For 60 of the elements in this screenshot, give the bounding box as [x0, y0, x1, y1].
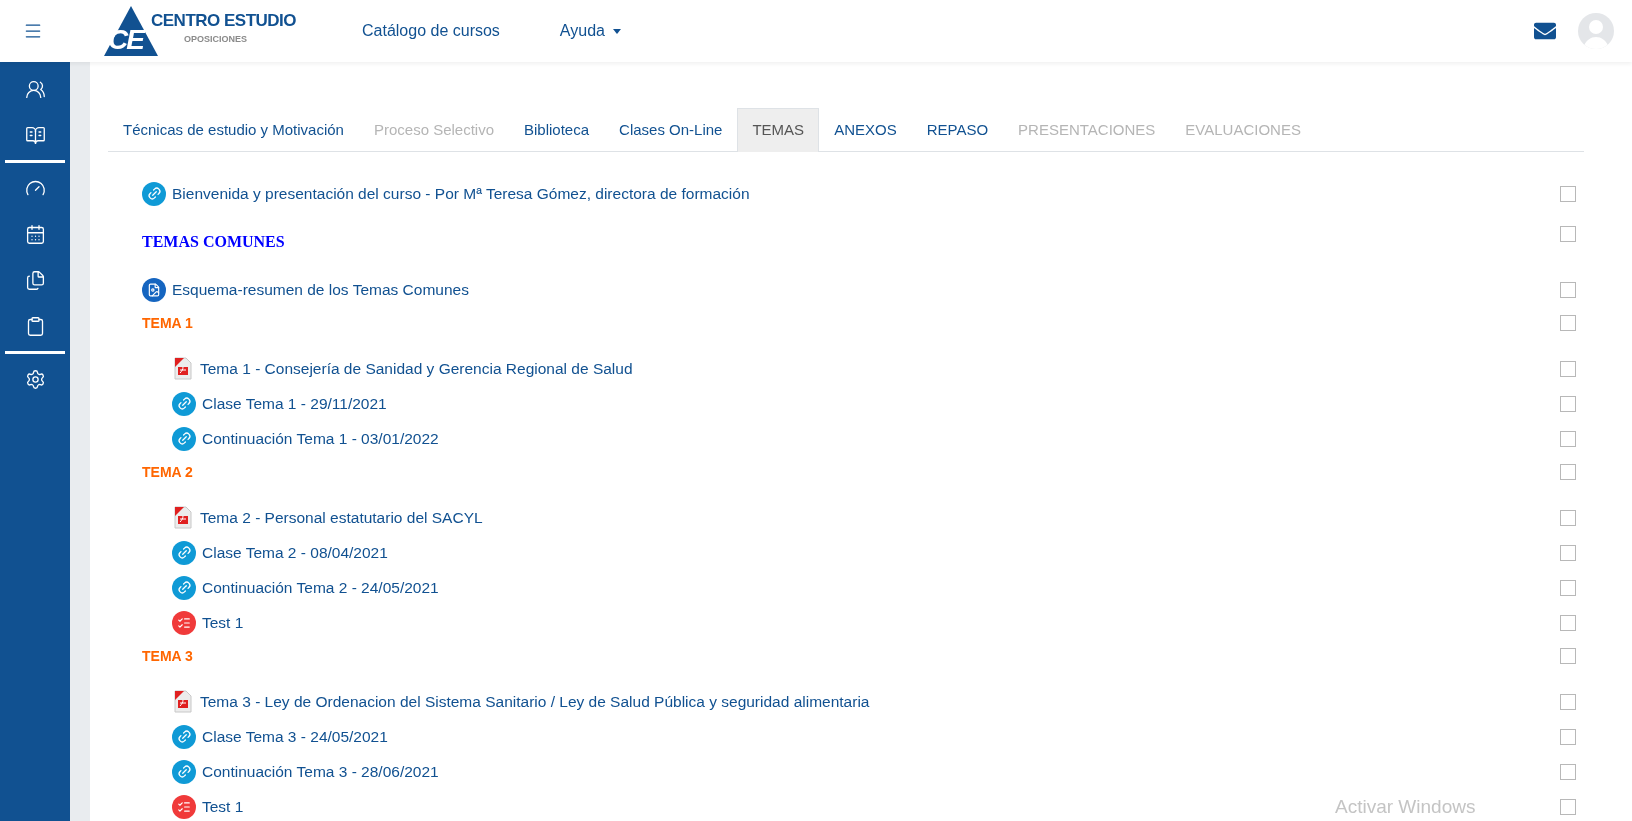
completion-checkbox[interactable]: [1560, 315, 1576, 331]
link-icon: [172, 759, 196, 784]
completion-checkbox[interactable]: [1560, 648, 1576, 664]
link-icon: [172, 575, 196, 600]
activity-link[interactable]: Continuación Tema 2 - 24/05/2021: [172, 575, 439, 600]
completion-checkbox[interactable]: [1560, 544, 1576, 561]
completion-checkbox[interactable]: [1560, 360, 1576, 377]
activity-link[interactable]: Continuación Tema 1 - 03/01/2022: [172, 426, 439, 451]
user-avatar[interactable]: [1578, 13, 1614, 49]
section-heading: TEMAS COMUNES: [142, 231, 285, 252]
activity-link[interactable]: Test 1: [172, 610, 244, 635]
messages-button[interactable]: [1534, 20, 1556, 42]
completion-checkbox[interactable]: [1560, 763, 1576, 780]
completion-checkbox[interactable]: [1560, 395, 1576, 412]
caret-down-icon: [612, 28, 621, 34]
course-tab[interactable]: Técnicas de estudio y Motivación: [108, 108, 359, 152]
activity-link[interactable]: Tema 1 - Consejería de Sanidad y Gerencia Regional de Salud: [172, 356, 633, 381]
activity-link[interactable]: Clase Tema 2 - 08/04/2021: [172, 540, 388, 565]
course-tab[interactable]: Clases On-Line: [604, 108, 738, 152]
completion-checkbox[interactable]: [1560, 430, 1576, 447]
topic-label: TEMA 3: [142, 646, 193, 666]
completion-checkbox[interactable]: [1560, 728, 1576, 745]
completion-checkbox[interactable]: [1560, 693, 1576, 710]
completion-checkbox[interactable]: [1560, 464, 1576, 480]
pdf-icon: [172, 356, 194, 381]
topic-label: TEMA 2: [142, 462, 193, 482]
course-tab[interactable]: ANEXOS: [819, 108, 912, 152]
course-tab[interactable]: TEMAS: [737, 108, 820, 152]
activity-link[interactable]: Test 1: [172, 794, 244, 819]
link-icon: [142, 181, 166, 206]
link-icon: [172, 391, 196, 416]
activity-link[interactable]: Esquema-resumen de los Temas Comunes: [142, 277, 469, 302]
topic-label: TEMA 1: [142, 313, 193, 333]
completion-checkbox[interactable]: [1560, 798, 1576, 815]
activity-link[interactable]: Clase Tema 1 - 29/11/2021: [172, 391, 387, 416]
activity-link[interactable]: Bienvenida y presentación del curso - Por Mª Teresa Gómez, directora de formación: [142, 181, 750, 206]
completion-checkbox[interactable]: [1560, 281, 1576, 298]
logo-name: CENTRO ESTUDIO: [151, 10, 297, 32]
activity-link[interactable]: Continuación Tema 3 - 28/06/2021: [172, 759, 439, 784]
nav-link[interactable]: Ayuda: [559, 19, 621, 43]
completion-checkbox[interactable]: [1560, 185, 1576, 202]
activity-link[interactable]: Tema 2 - Personal estatutario del SACYL: [172, 505, 483, 530]
completion-checkbox[interactable]: [1560, 226, 1576, 242]
link-icon: [172, 724, 196, 749]
link-icon: [172, 540, 196, 565]
course-tab[interactable]: Biblioteca: [509, 108, 605, 152]
quiz-list-icon: [172, 610, 196, 635]
pdf-icon: [172, 505, 194, 530]
pdf-icon: [172, 689, 194, 714]
nav-link[interactable]: Catálogo de cursos: [362, 19, 500, 43]
completion-checkbox[interactable]: [1560, 614, 1576, 631]
image-file-icon: [142, 277, 166, 302]
activity-link[interactable]: Tema 3 - Ley de Ordenacion del Sistema Sanitario / Ley de Salud Pública y seguridad alimentaria: [172, 689, 870, 714]
os-activation-notice: Activar Windows: [1335, 795, 1476, 819]
logo-tagline: OPOSICIONES: [184, 33, 247, 46]
link-icon: [172, 426, 196, 451]
activity-link[interactable]: Clase Tema 3 - 24/05/2021: [172, 724, 388, 749]
completion-checkbox[interactable]: [1560, 579, 1576, 596]
completion-checkbox[interactable]: [1560, 509, 1576, 526]
course-tab[interactable]: REPASO: [911, 108, 1004, 152]
